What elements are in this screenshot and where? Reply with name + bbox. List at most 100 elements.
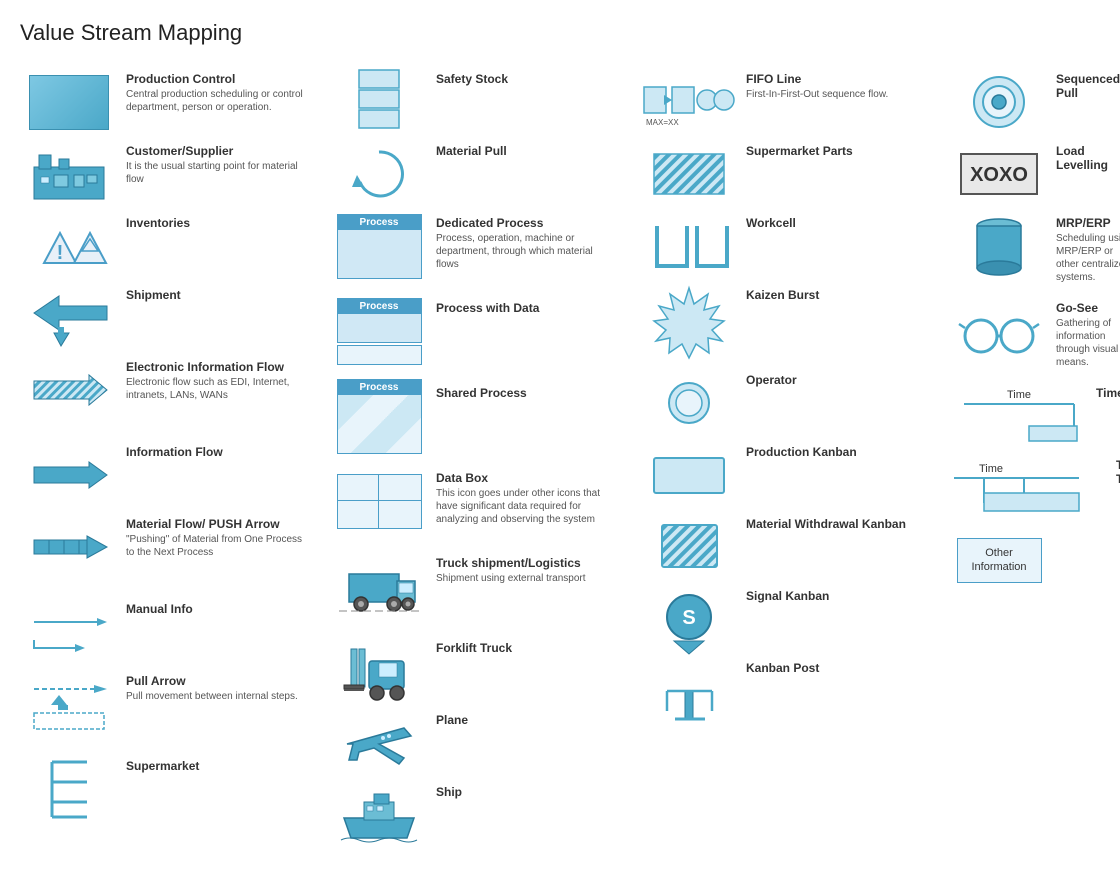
shipment-label: Shipment bbox=[126, 288, 181, 302]
material-flow-label: Material Flow/ PUSH Arrow bbox=[126, 517, 306, 531]
svg-text:XOXO: XOXO bbox=[970, 164, 1028, 186]
eif-icon bbox=[24, 360, 114, 420]
supermarket-label: Supermarket bbox=[126, 759, 199, 773]
info-flow-icon bbox=[24, 445, 114, 505]
item-supermarket: Supermarket bbox=[20, 753, 330, 825]
item-supermarket-parts: Supermarket Parts bbox=[640, 138, 950, 210]
item-truck: Truck shipment/Logistics Shipment using … bbox=[330, 550, 640, 635]
item-customer-supplier: Customer/Supplier It is the usual starti… bbox=[20, 138, 330, 210]
data-box-desc: This icon goes under other icons that ha… bbox=[436, 487, 616, 526]
safety-stock-label: Safety Stock bbox=[436, 72, 508, 86]
pull-arrow-icon bbox=[24, 674, 114, 734]
forklift-icon bbox=[334, 641, 424, 701]
item-data-box: Data Box This icon goes under other icon… bbox=[330, 465, 640, 550]
fifo-desc: First-In-First-Out sequence flow. bbox=[746, 88, 888, 101]
item-shared-process: Process Shared Process bbox=[330, 380, 640, 465]
go-see-icon bbox=[954, 301, 1044, 361]
item-go-see: Go-See Gathering of information through … bbox=[950, 295, 1120, 380]
main-grid: Production Control Central production sc… bbox=[20, 66, 1100, 851]
inventories-label: Inventories bbox=[126, 216, 190, 230]
item-production-kanban: Production Kanban bbox=[640, 439, 950, 511]
item-mrp-erp: MRP/ERP Scheduling using MRP/ERP or othe… bbox=[950, 210, 1120, 295]
sequenced-pull-icon bbox=[954, 72, 1044, 132]
plane-icon bbox=[334, 713, 424, 773]
truck-icon bbox=[334, 556, 424, 616]
material-pull-label: Material Pull bbox=[436, 144, 507, 158]
column-3: MAX=XX FIFO Line First-In-First-Out sequ… bbox=[640, 66, 950, 851]
process-with-data-icon: Process bbox=[334, 301, 424, 361]
forklift-label: Forklift Truck bbox=[436, 641, 512, 655]
material-withdrawal-kanban-icon bbox=[644, 517, 734, 577]
pull-arrow-desc: Pull movement between internal steps. bbox=[126, 690, 298, 703]
material-pull-icon bbox=[334, 144, 424, 204]
dedicated-process-box-header: Process bbox=[338, 215, 421, 230]
page-title: Value Stream Mapping bbox=[20, 20, 1100, 46]
svg-text:Time: Time bbox=[1007, 389, 1031, 401]
customer-supplier-icon bbox=[24, 144, 114, 204]
data-box-icon bbox=[334, 471, 424, 531]
production-kanban-icon bbox=[644, 445, 734, 505]
item-material-pull: Material Pull bbox=[330, 138, 640, 210]
manual-info-label: Manual Info bbox=[126, 602, 193, 616]
fifo-icon: MAX=XX bbox=[644, 72, 734, 132]
svg-text:!: ! bbox=[57, 242, 64, 264]
item-ship: Ship bbox=[330, 779, 640, 851]
timeline-icon: Time bbox=[954, 386, 1084, 446]
other-information-box-label: Other Information bbox=[958, 546, 1041, 575]
item-workcell: Workcell bbox=[640, 210, 950, 282]
svg-text:Time: Time bbox=[979, 463, 1003, 475]
plane-label: Plane bbox=[436, 713, 468, 727]
item-other-information: Other Information bbox=[950, 524, 1120, 596]
kanban-post-icon bbox=[644, 661, 734, 721]
column-2: Safety Stock Material Pull Process bbox=[330, 66, 640, 851]
dedicated-process-icon: Process bbox=[334, 216, 424, 276]
production-control-label: Production Control bbox=[126, 72, 306, 86]
material-flow-desc: "Pushing" of Material from One Process t… bbox=[126, 533, 306, 559]
kaizen-burst-icon bbox=[644, 288, 734, 348]
workcell-label: Workcell bbox=[746, 216, 796, 230]
info-flow-label: Information Flow bbox=[126, 445, 223, 459]
item-shipment: Shipment bbox=[20, 282, 330, 354]
kanban-post-label: Kanban Post bbox=[746, 661, 819, 675]
item-operator: Operator bbox=[640, 367, 950, 439]
sequenced-pull-label: Sequenced Pull bbox=[1056, 72, 1120, 100]
item-eif: Electronic Information Flow Electronic f… bbox=[20, 354, 330, 439]
inventories-icon: ! bbox=[24, 216, 114, 276]
customer-supplier-desc: It is the usual starting point for mater… bbox=[126, 160, 306, 186]
item-process-with-data: Process Process with Data bbox=[330, 295, 640, 380]
item-load-levelling: XOXO Load Levelling bbox=[950, 138, 1120, 210]
item-forklift: Forklift Truck bbox=[330, 635, 640, 707]
mrp-erp-label: MRP/ERP bbox=[1056, 216, 1120, 230]
item-plane: Plane bbox=[330, 707, 640, 779]
load-levelling-label: Load Levelling bbox=[1056, 144, 1120, 172]
manual-info-icon bbox=[24, 602, 114, 662]
item-manual-info: Manual Info bbox=[20, 596, 330, 668]
operator-icon bbox=[644, 373, 734, 433]
item-dedicated-process: Process Dedicated Process Process, opera… bbox=[330, 210, 640, 295]
mrp-erp-desc: Scheduling using MRP/ERP or other centra… bbox=[1056, 232, 1120, 284]
timeline-total-icon: Time bbox=[954, 458, 1104, 518]
mrp-erp-icon bbox=[954, 216, 1044, 276]
go-see-label: Go-See bbox=[1056, 301, 1120, 315]
item-signal-kanban: S Signal Kanban bbox=[640, 583, 950, 655]
supermarket-parts-label: Supermarket Parts bbox=[746, 144, 853, 158]
item-info-flow: Information Flow bbox=[20, 439, 330, 511]
item-kaizen-burst: Kaizen Burst bbox=[640, 282, 950, 367]
go-see-desc: Gathering of information through visual … bbox=[1056, 317, 1120, 369]
supermarket-icon bbox=[24, 759, 114, 819]
item-material-withdrawal-kanban: Material Withdrawal Kanban bbox=[640, 511, 950, 583]
svg-text:MAX=XX: MAX=XX bbox=[646, 118, 679, 127]
dedicated-process-label: Dedicated Process bbox=[436, 216, 616, 230]
material-flow-icon bbox=[24, 517, 114, 577]
shipment-icon bbox=[24, 288, 114, 348]
eif-desc: Electronic flow such as EDI, Internet, i… bbox=[126, 376, 306, 402]
dedicated-process-desc: Process, operation, machine or departmen… bbox=[436, 232, 616, 271]
signal-kanban-icon: S bbox=[644, 589, 734, 649]
item-material-flow: Material Flow/ PUSH Arrow "Pushing" of M… bbox=[20, 511, 330, 596]
fifo-label: FIFO Line bbox=[746, 72, 888, 86]
pull-arrow-label: Pull Arrow bbox=[126, 674, 298, 688]
truck-label: Truck shipment/Logistics bbox=[436, 556, 586, 570]
other-information-icon: Other Information bbox=[954, 530, 1044, 590]
workcell-icon bbox=[644, 216, 734, 276]
item-safety-stock: Safety Stock bbox=[330, 66, 640, 138]
